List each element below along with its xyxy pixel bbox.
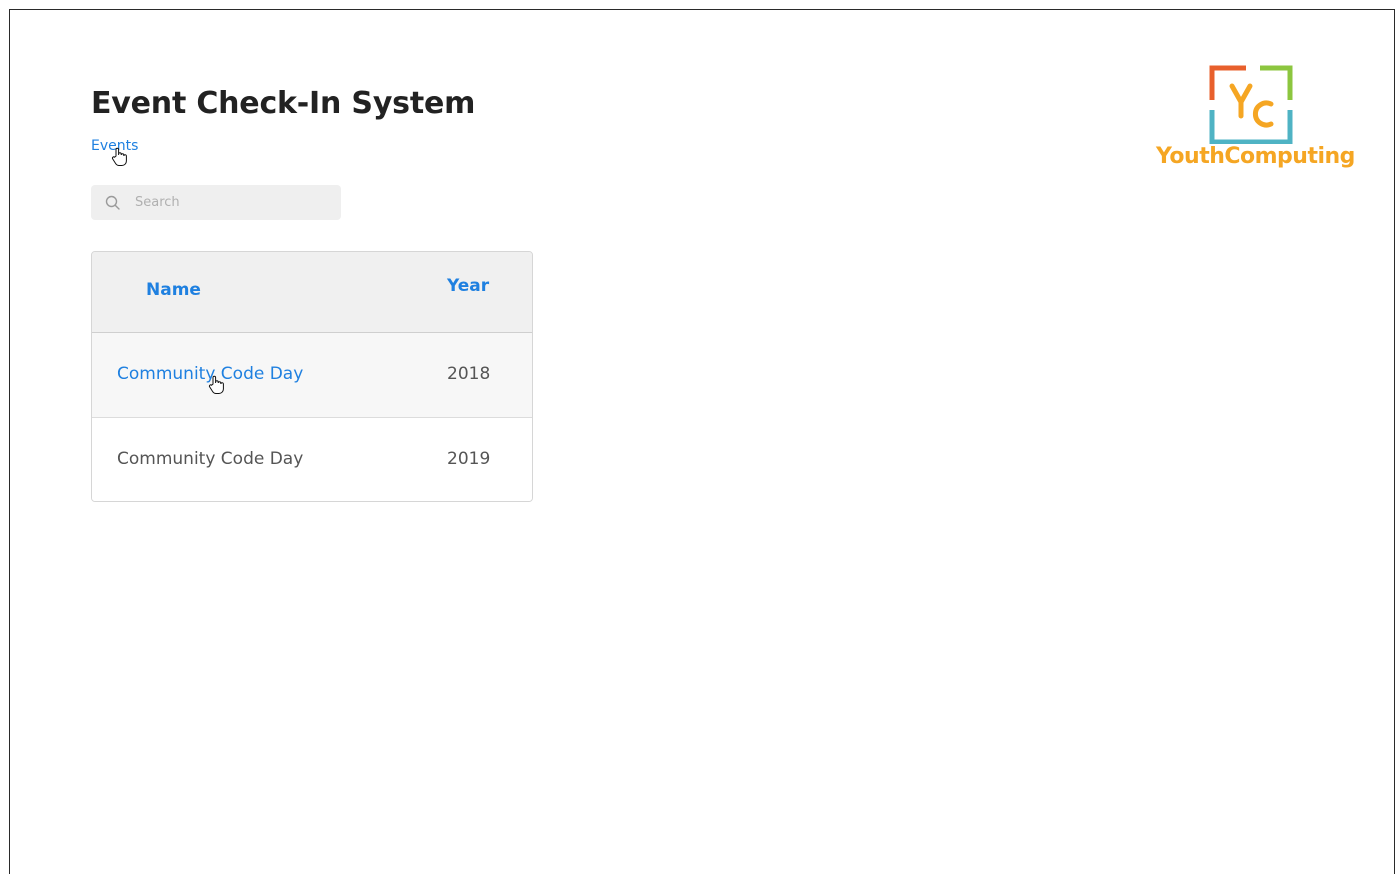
breadcrumb-events-link[interactable]: Events [91,138,138,154]
search-input[interactable] [127,185,327,220]
youthcomputing-logo: YouthComputing [1156,64,1355,174]
table-header: Name Year [92,252,532,333]
column-header-year[interactable]: Year [447,276,489,296]
table-row[interactable]: Community Code Day 2019 [92,418,532,501]
event-year-cell: 2019 [447,449,491,469]
logo-wordmark: YouthComputing [1156,144,1355,169]
yc-logo-mark [1209,65,1293,144]
page-title: Event Check-In System [91,86,476,121]
table-row[interactable]: Community Code Day 2018 [92,333,532,418]
search-icon [105,195,120,210]
event-name-cell[interactable]: Community Code Day [117,364,303,384]
event-year-cell: 2018 [447,364,491,384]
search-field[interactable] [91,185,341,220]
column-header-name[interactable]: Name [146,280,201,300]
event-name-cell[interactable]: Community Code Day [117,449,303,469]
events-table: Name Year Community Code Day 2018 Commun… [91,251,533,502]
